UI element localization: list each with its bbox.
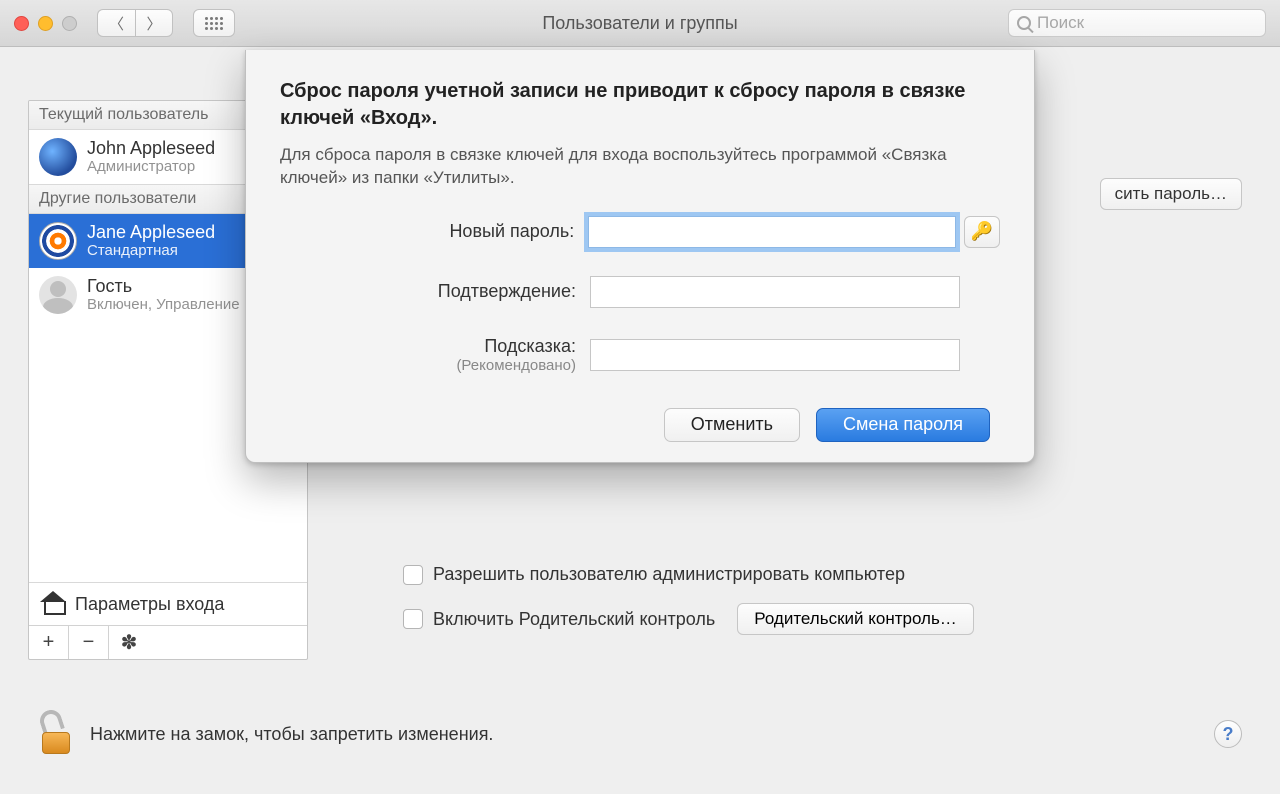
login-options-label: Параметры входа bbox=[75, 594, 224, 615]
reset-password-button[interactable]: сить пароль… bbox=[1100, 178, 1242, 210]
nav-back-button[interactable]: 〈 bbox=[97, 9, 135, 37]
show-all-prefs-button[interactable] bbox=[193, 9, 235, 37]
hint-row: Подсказка: (Рекомендовано) bbox=[280, 336, 1000, 374]
confirm-password-input[interactable] bbox=[590, 276, 960, 308]
hint-input[interactable] bbox=[590, 339, 960, 371]
search-input[interactable]: Поиск bbox=[1008, 9, 1266, 37]
users-groups-window: 〈 〉 Пользователи и группы Поиск Текущий … bbox=[0, 0, 1280, 794]
window-traffic-lights bbox=[14, 16, 77, 31]
avatar-earth-icon bbox=[39, 138, 77, 176]
search-icon bbox=[1017, 16, 1031, 30]
search-wrap: Поиск bbox=[1008, 9, 1266, 37]
help-button[interactable]: ? bbox=[1214, 720, 1242, 748]
avatar-guest-icon bbox=[39, 276, 77, 314]
lock-row: Нажмите на замок, чтобы запретить измене… bbox=[38, 704, 1242, 764]
parental-controls-checkbox[interactable] bbox=[403, 609, 423, 629]
sidebar-settings-button[interactable]: ✽ bbox=[109, 626, 149, 659]
nav-forward-button[interactable]: 〉 bbox=[135, 9, 173, 37]
add-user-button[interactable]: + bbox=[29, 626, 69, 659]
sheet-title: Сброс пароля учетной записи не приводит … bbox=[280, 78, 1000, 132]
user-role: Администратор bbox=[87, 158, 215, 175]
change-password-button[interactable]: Смена пароля bbox=[816, 408, 990, 442]
sidebar-footer: + − ✽ bbox=[29, 625, 307, 659]
window-minimize-button[interactable] bbox=[38, 16, 53, 31]
key-icon: 🔑 bbox=[971, 221, 993, 242]
search-placeholder: Поиск bbox=[1037, 13, 1084, 33]
remove-user-button[interactable]: − bbox=[69, 626, 109, 659]
sheet-button-row: Отменить Смена пароля bbox=[280, 408, 1000, 442]
hint-label: Подсказка: (Рекомендовано) bbox=[280, 336, 590, 374]
sheet-subtitle: Для сброса пароля в связке ключей для вх… bbox=[280, 144, 1000, 190]
allow-admin-label: Разрешить пользователю администрировать … bbox=[433, 564, 905, 585]
house-icon bbox=[41, 593, 65, 615]
grid-icon bbox=[205, 17, 223, 30]
permission-checkboxes: Разрешить пользователю администрировать … bbox=[403, 564, 1252, 653]
parental-controls-row: Включить Родительский контроль Родительс… bbox=[403, 603, 1252, 635]
new-password-input[interactable] bbox=[588, 216, 956, 248]
confirm-password-row: Подтверждение: bbox=[280, 276, 1000, 308]
user-name: John Appleseed bbox=[87, 139, 215, 159]
lock-icon[interactable] bbox=[38, 714, 74, 754]
titlebar: 〈 〉 Пользователи и группы Поиск bbox=[0, 0, 1280, 47]
open-parental-controls-button[interactable]: Родительский контроль… bbox=[737, 603, 974, 635]
gear-icon: ✽ bbox=[121, 630, 138, 655]
new-password-row: Новый пароль: 🔑 bbox=[280, 216, 1000, 248]
user-name: Jane Appleseed bbox=[87, 223, 215, 243]
cancel-button[interactable]: Отменить bbox=[664, 408, 800, 442]
login-options-row[interactable]: Параметры входа bbox=[29, 582, 307, 625]
window-zoom-button[interactable] bbox=[62, 16, 77, 31]
reset-password-sheet: Сброс пароля учетной записи не приводит … bbox=[245, 50, 1035, 463]
chevron-left-icon: 〈 bbox=[109, 13, 124, 34]
allow-admin-checkbox[interactable] bbox=[403, 565, 423, 585]
avatar-target-icon bbox=[39, 222, 77, 260]
chevron-right-icon: 〉 bbox=[146, 13, 161, 34]
lock-hint-text: Нажмите на замок, чтобы запретить измене… bbox=[90, 724, 493, 745]
confirm-password-label: Подтверждение: bbox=[280, 281, 590, 302]
window-close-button[interactable] bbox=[14, 16, 29, 31]
password-assistant-button[interactable]: 🔑 bbox=[964, 216, 1000, 248]
allow-admin-row: Разрешить пользователю администрировать … bbox=[403, 564, 1252, 585]
user-name: Гость bbox=[87, 277, 240, 297]
user-role: Включен, Управление bbox=[87, 296, 240, 313]
new-password-label: Новый пароль: bbox=[280, 221, 588, 242]
user-role: Стандартная bbox=[87, 242, 215, 259]
nav-buttons: 〈 〉 bbox=[97, 9, 173, 37]
parental-controls-label: Включить Родительский контроль bbox=[433, 609, 715, 630]
